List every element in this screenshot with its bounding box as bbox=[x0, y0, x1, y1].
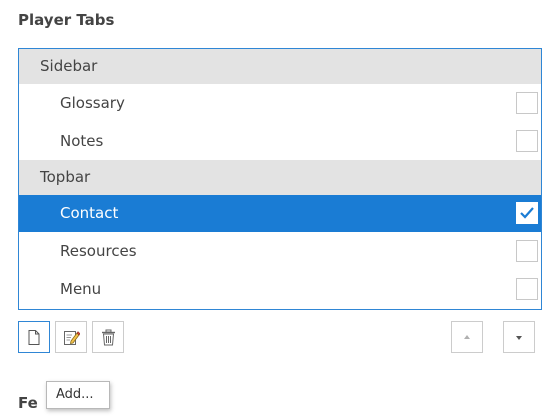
item-label: Menu bbox=[60, 280, 102, 298]
group-label: Sidebar bbox=[40, 57, 98, 75]
group-row-topbar[interactable]: Topbar bbox=[19, 160, 541, 195]
up-arrow-icon bbox=[464, 335, 470, 339]
edit-button[interactable] bbox=[55, 321, 87, 353]
section-title: Player Tabs bbox=[18, 11, 115, 29]
list-item-contact[interactable]: Contact bbox=[19, 195, 541, 232]
list-item-menu[interactable]: Menu bbox=[19, 270, 541, 308]
list-item-notes[interactable]: Notes bbox=[19, 122, 541, 160]
group-label: Topbar bbox=[40, 168, 91, 186]
item-label: Glossary bbox=[60, 94, 125, 112]
glossary-checkbox[interactable] bbox=[516, 92, 538, 114]
move-up-button[interactable] bbox=[451, 321, 483, 353]
item-label: Resources bbox=[60, 242, 137, 260]
edit-icon bbox=[64, 331, 80, 345]
item-label: Contact bbox=[60, 204, 119, 222]
delete-button[interactable] bbox=[92, 321, 124, 353]
list-item-resources[interactable]: Resources bbox=[19, 232, 541, 270]
new-document-icon bbox=[28, 330, 40, 345]
item-label: Notes bbox=[60, 132, 104, 150]
menu-checkbox[interactable] bbox=[516, 278, 538, 300]
contact-checkbox[interactable] bbox=[516, 202, 538, 224]
next-section-title: Fe bbox=[18, 394, 38, 412]
checkmark-icon bbox=[520, 207, 534, 219]
player-tabs-list: Sidebar Glossary Notes Topbar Contact Re… bbox=[18, 48, 542, 310]
move-down-button[interactable] bbox=[503, 321, 535, 353]
add-tooltip: Add... bbox=[46, 381, 110, 409]
add-button[interactable] bbox=[18, 321, 50, 353]
group-row-sidebar[interactable]: Sidebar bbox=[19, 49, 541, 84]
trash-icon bbox=[102, 329, 115, 346]
resources-checkbox[interactable] bbox=[516, 240, 538, 262]
notes-checkbox[interactable] bbox=[516, 130, 538, 152]
down-arrow-icon bbox=[516, 336, 522, 340]
list-item-glossary[interactable]: Glossary bbox=[19, 84, 541, 122]
